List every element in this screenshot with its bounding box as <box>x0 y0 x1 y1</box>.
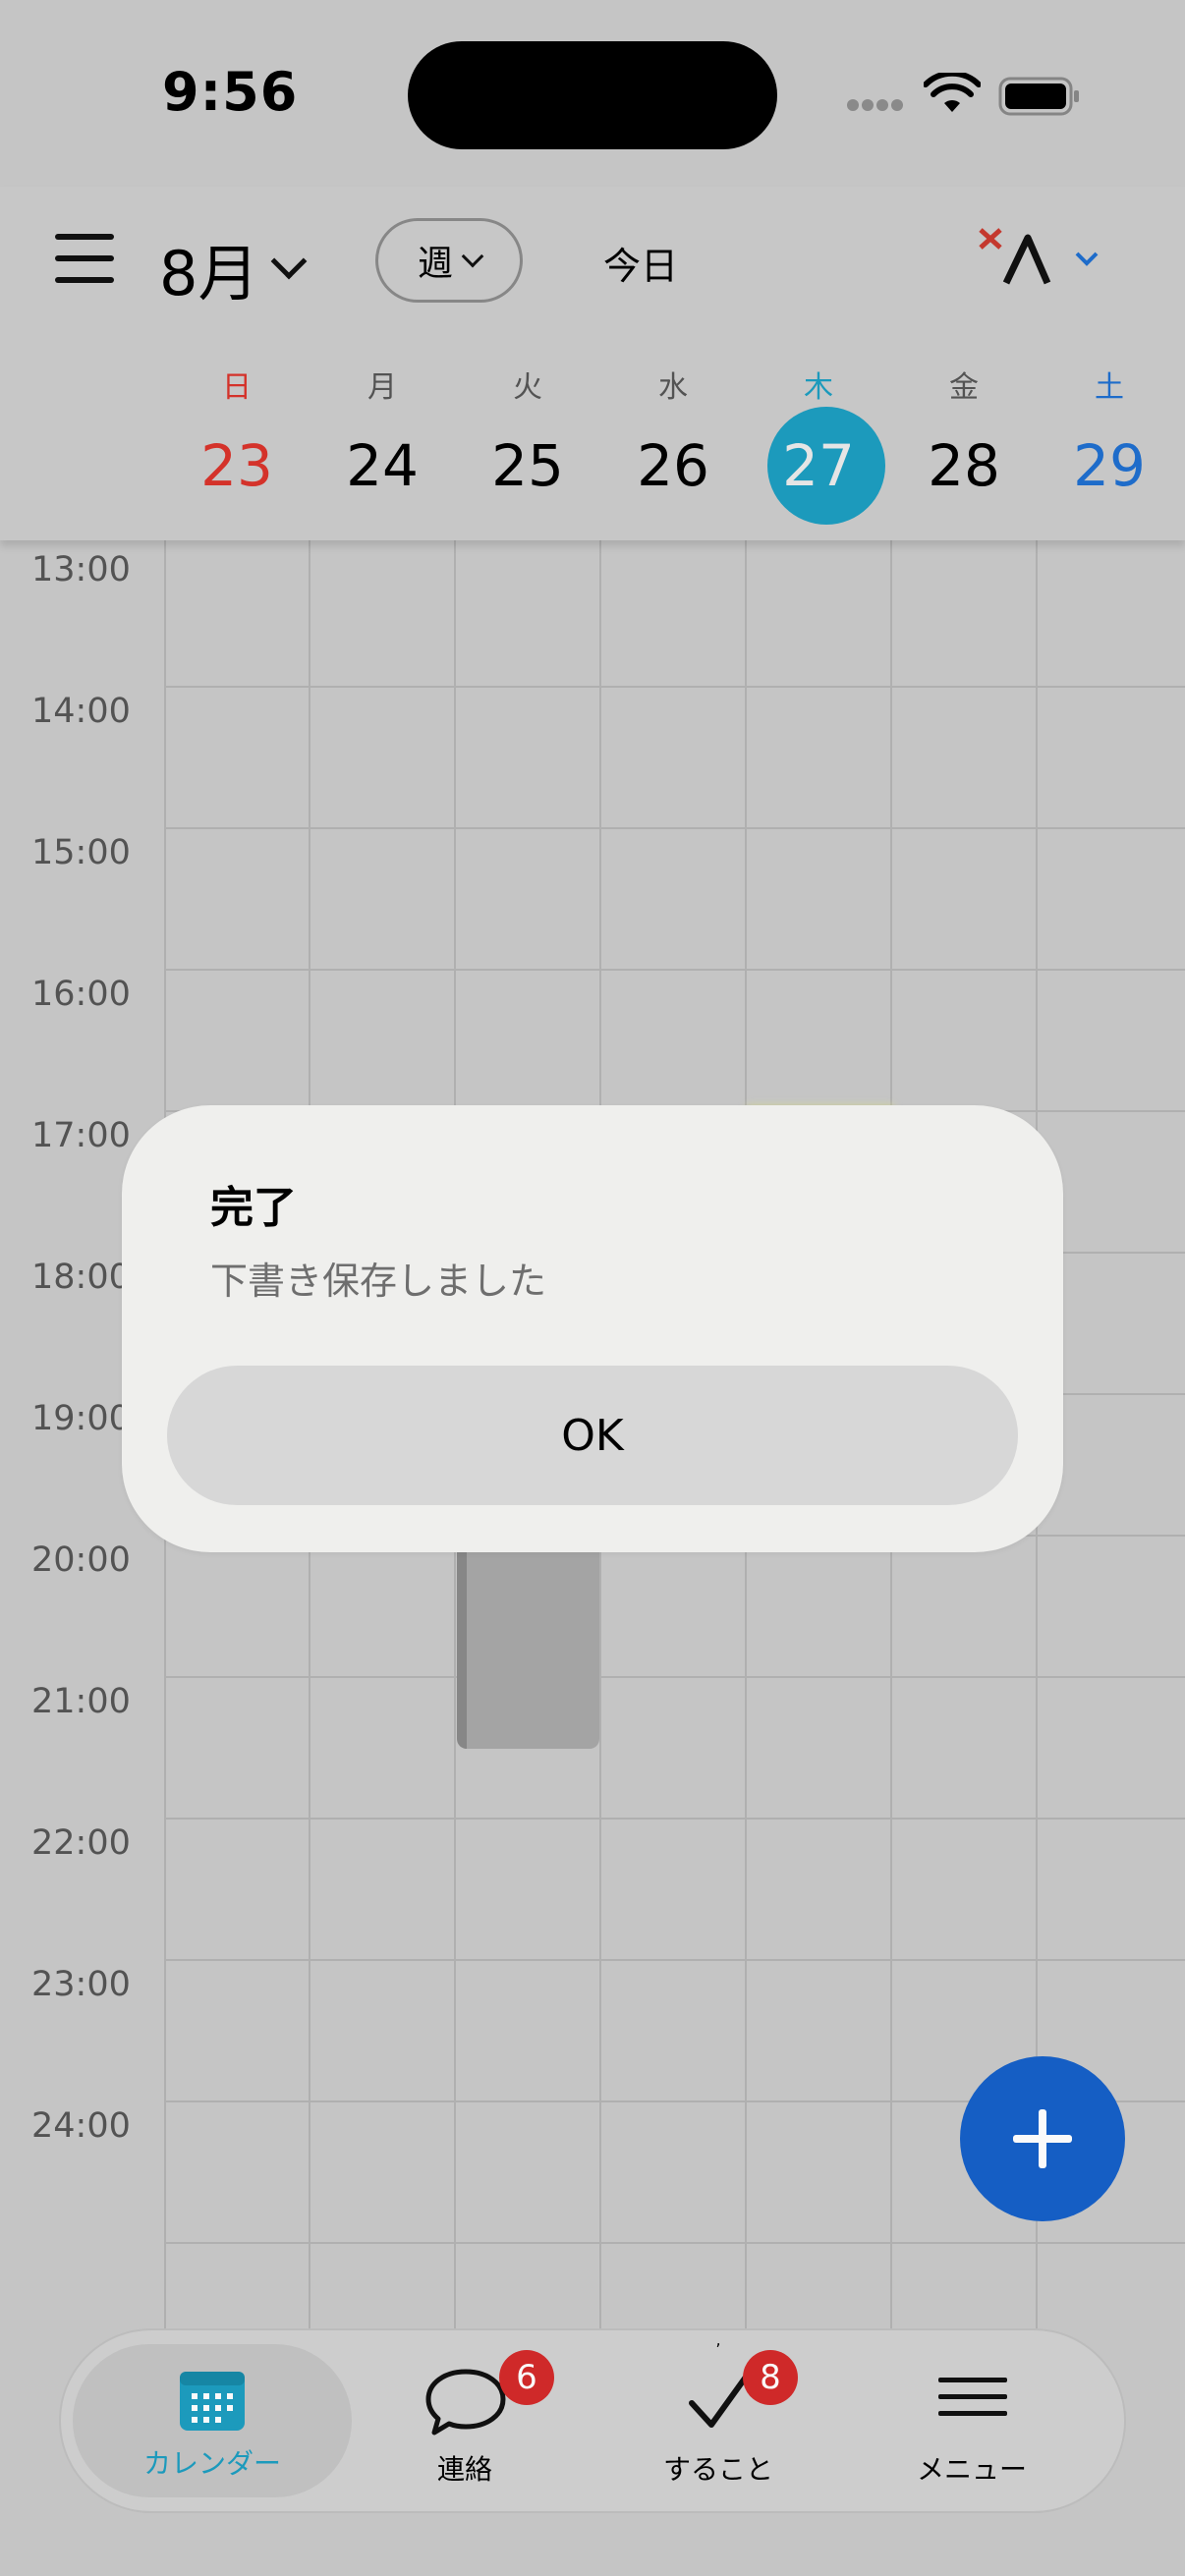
dialog-message: 下書き保存しました <box>210 1260 547 1303</box>
dialog-title: 完了 <box>210 1183 297 1233</box>
ok-button[interactable]: OK <box>167 1366 1018 1505</box>
alert-dialog: 完了 下書き保存しました OK <box>122 1105 1063 1552</box>
